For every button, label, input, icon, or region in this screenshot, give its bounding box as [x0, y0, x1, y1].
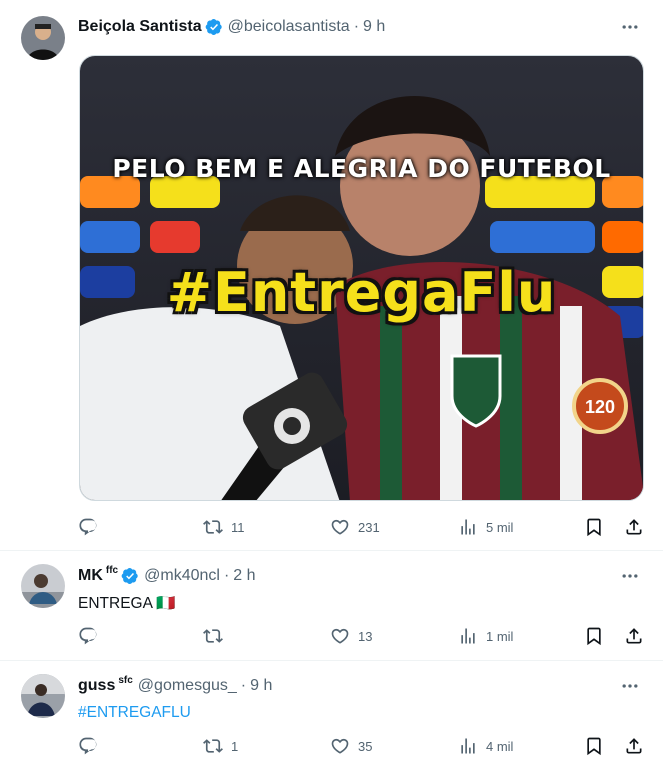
bookmark-button[interactable]: [584, 515, 604, 539]
separator-dot: ·: [353, 18, 360, 35]
share-button[interactable]: [624, 734, 644, 758]
like-count: 231: [358, 519, 380, 535]
heart-icon: [330, 736, 350, 756]
views-chart-icon: [458, 626, 478, 646]
tweet-text: ENTREGA 🇮🇹: [78, 595, 176, 612]
tweet-hashtag-link[interactable]: #ENTREGAFLU: [78, 704, 191, 722]
retweet-button[interactable]: [203, 624, 231, 648]
more-options-icon[interactable]: [619, 565, 641, 587]
verified-badge-icon: [205, 18, 223, 36]
views-count: 4 mil: [486, 738, 514, 754]
views-button[interactable]: 1 mil: [458, 624, 513, 648]
bookmark-icon: [584, 626, 604, 646]
tweet-media-image[interactable]: 120 PELO BEM E ALEGRIA DO FUTEBOL #Entre…: [79, 55, 644, 501]
like-button[interactable]: 35: [330, 734, 372, 758]
image-caption: PELO BEM E ALEGRIA DO FUTEBOL: [112, 154, 611, 183]
timestamp[interactable]: 9 h: [250, 677, 272, 695]
reply-button[interactable]: [78, 515, 106, 539]
display-name[interactable]: guss: [78, 677, 115, 695]
retweet-icon: [203, 626, 223, 646]
image-hashtag: #EntregaFlu: [166, 261, 557, 324]
avatar-image: [21, 564, 65, 608]
reply-tweet[interactable]: MK ffc @mk40ncl · 2 h ENTREGA 🇮🇹 13 1 mi…: [0, 551, 663, 661]
tweet-actions: 1 35 4 mil: [78, 734, 646, 758]
views-count: 5 mil: [486, 519, 514, 535]
share-button[interactable]: [624, 624, 644, 648]
separator-dot: ·: [240, 677, 247, 694]
retweet-button[interactable]: 11: [203, 515, 245, 539]
views-chart-icon: [458, 517, 478, 537]
user-badge-text: sfc: [118, 674, 133, 686]
bookmark-button[interactable]: [584, 734, 604, 758]
timestamp[interactable]: 2 h: [233, 567, 255, 585]
bookmark-icon: [584, 736, 604, 756]
display-name[interactable]: Beiçola Santista: [78, 18, 202, 36]
reply-button[interactable]: [78, 624, 106, 648]
reply-tweet[interactable]: guss sfc @gomesgus_ · 9 h #ENTREGAFLU 1 …: [0, 661, 663, 770]
tweet-actions: 13 1 mil: [78, 624, 646, 648]
tweet-actions: 11 231 5 mil: [78, 515, 646, 539]
views-button[interactable]: 5 mil: [458, 515, 513, 539]
avatar[interactable]: [21, 674, 65, 718]
share-icon: [624, 736, 644, 756]
share-icon: [624, 517, 644, 537]
more-options-icon[interactable]: [619, 16, 641, 38]
tweet-main[interactable]: Beiçola Santista @beicolasantista · 9 h: [0, 0, 663, 551]
tweet-header: guss sfc @gomesgus_ · 9 h: [78, 674, 272, 695]
heart-icon: [330, 517, 350, 537]
more-options-icon[interactable]: [619, 675, 641, 697]
separator-dot: ·: [223, 567, 230, 584]
user-handle[interactable]: @mk40ncl: [144, 567, 220, 585]
display-name[interactable]: MK: [78, 567, 103, 585]
views-count: 1 mil: [486, 628, 514, 644]
views-button[interactable]: 4 mil: [458, 734, 513, 758]
user-handle[interactable]: @gomesgus_: [138, 677, 237, 695]
share-icon: [624, 626, 644, 646]
share-button[interactable]: [624, 515, 644, 539]
timestamp[interactable]: 9 h: [363, 18, 385, 36]
retweet-button[interactable]: 1: [203, 734, 238, 758]
like-button[interactable]: 231: [330, 515, 380, 539]
user-badge-text: ffc: [105, 564, 119, 576]
tweet-header: MK ffc @mk40ncl · 2 h: [78, 564, 256, 585]
retweet-icon: [203, 517, 223, 537]
reply-icon: [78, 517, 98, 537]
avatar[interactable]: [21, 564, 65, 608]
verified-badge-icon: [121, 567, 139, 585]
bookmark-icon: [584, 517, 604, 537]
retweet-icon: [203, 736, 223, 756]
bookmark-button[interactable]: [584, 624, 604, 648]
like-count: 13: [358, 628, 373, 644]
reply-button[interactable]: [78, 734, 106, 758]
tweet-header: Beiçola Santista @beicolasantista · 9 h: [78, 18, 385, 36]
retweet-count: 11: [231, 519, 245, 535]
svg-text:120: 120: [585, 397, 615, 417]
avatar[interactable]: [21, 16, 65, 60]
retweet-count: 1: [231, 738, 239, 754]
reply-icon: [78, 736, 98, 756]
reply-icon: [78, 626, 98, 646]
avatar-image: [21, 674, 65, 718]
heart-icon: [330, 626, 350, 646]
user-handle[interactable]: @beicolasantista: [228, 18, 350, 36]
like-count: 35: [358, 738, 373, 754]
avatar-image: [21, 16, 65, 60]
views-chart-icon: [458, 736, 478, 756]
like-button[interactable]: 13: [330, 624, 372, 648]
